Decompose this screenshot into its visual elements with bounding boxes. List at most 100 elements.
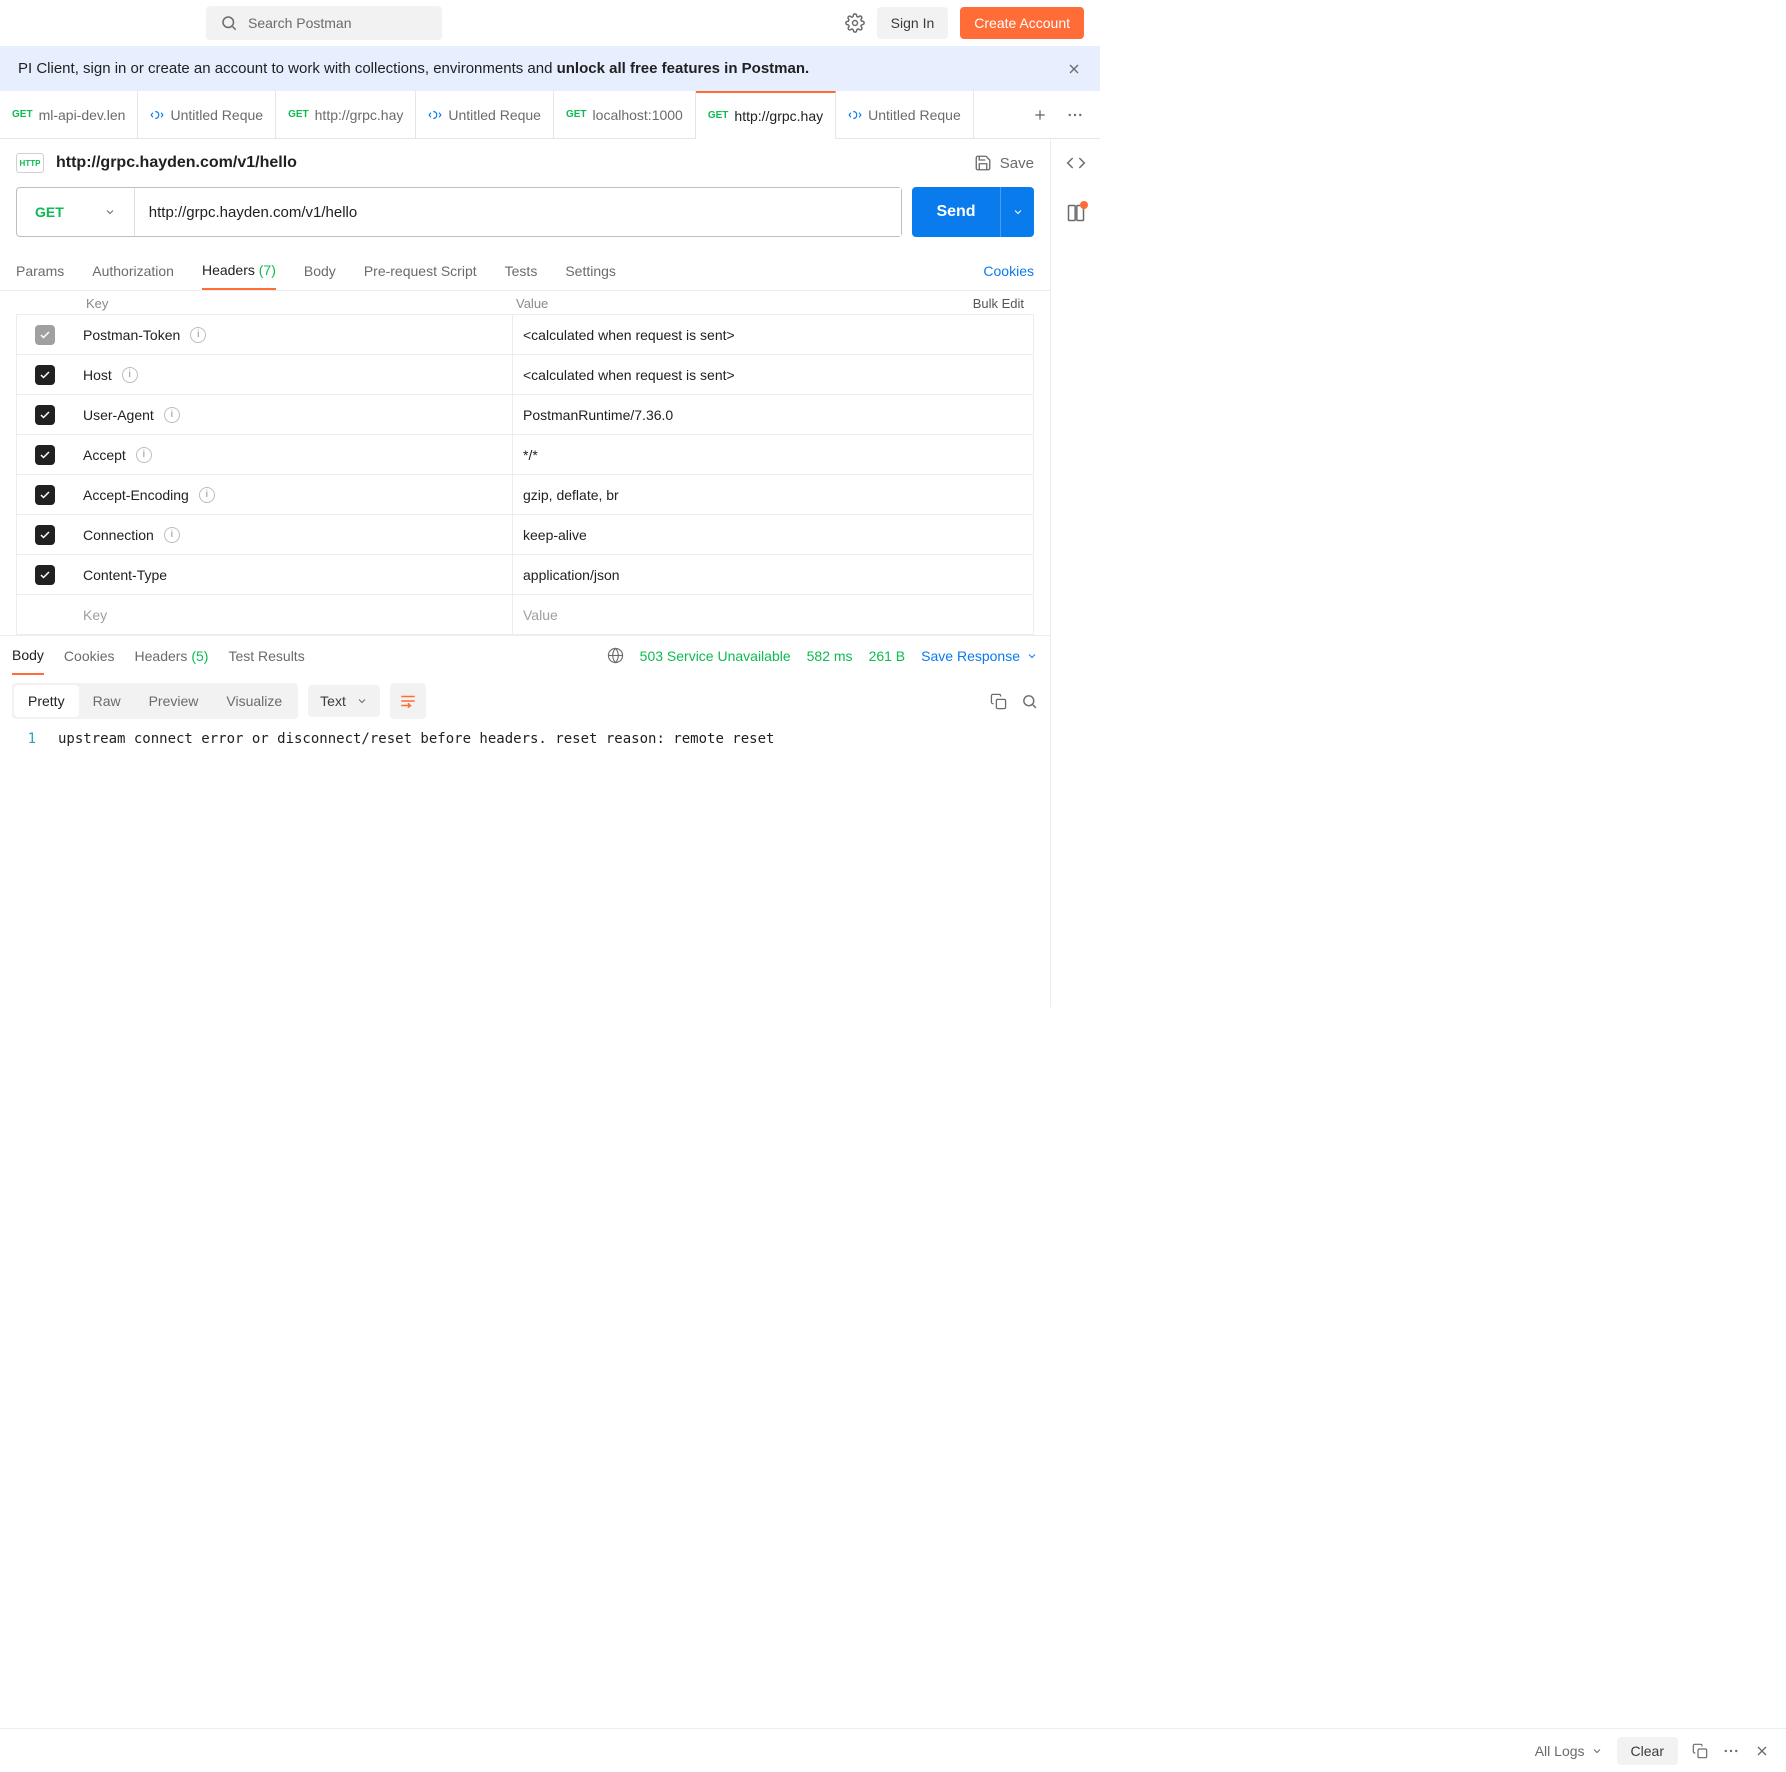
checkbox[interactable] bbox=[35, 565, 55, 585]
tab-settings[interactable]: Settings bbox=[565, 253, 616, 289]
header-key[interactable]: Content-Type bbox=[73, 555, 513, 594]
view-visualize[interactable]: Visualize bbox=[212, 685, 296, 717]
bulk-edit-button[interactable]: Bulk Edit bbox=[973, 296, 1024, 311]
tab-params[interactable]: Params bbox=[16, 253, 64, 289]
header-key[interactable]: User-Agenti bbox=[73, 395, 513, 434]
checkbox[interactable] bbox=[35, 525, 55, 545]
table-row[interactable]: Postman-Tokeni<calculated when request i… bbox=[16, 314, 1034, 355]
request-tab[interactable]: Untitled Reque bbox=[836, 91, 974, 139]
new-key-input[interactable]: Key bbox=[73, 595, 513, 634]
send-button[interactable]: Send bbox=[912, 187, 1034, 237]
table-row[interactable]: User-AgentiPostmanRuntime/7.36.0 bbox=[16, 394, 1034, 435]
header-key[interactable]: Accepti bbox=[73, 435, 513, 474]
table-row[interactable]: Accepti*/* bbox=[16, 434, 1034, 475]
rtab-test-results[interactable]: Test Results bbox=[228, 638, 304, 674]
all-logs-dropdown[interactable]: All Logs bbox=[1535, 1743, 1603, 1759]
info-icon[interactable]: i bbox=[199, 487, 215, 503]
cookies-link[interactable]: Cookies bbox=[983, 263, 1034, 279]
code-line: 1 upstream connect error or disconnect/r… bbox=[12, 731, 1038, 747]
method-select[interactable]: GET bbox=[17, 188, 135, 236]
request-tab[interactable]: Untitled Reque bbox=[416, 91, 554, 139]
request-header: HTTP http://grpc.hayden.com/v1/hello Sav… bbox=[0, 139, 1050, 187]
checkbox[interactable] bbox=[35, 445, 55, 465]
close-icon[interactable] bbox=[1066, 61, 1082, 77]
request-tab[interactable]: GEThttp://grpc.hay bbox=[696, 91, 836, 139]
checkbox[interactable] bbox=[35, 485, 55, 505]
search-input-wrap[interactable]: Search Postman bbox=[206, 6, 442, 40]
view-raw[interactable]: Raw bbox=[79, 685, 135, 717]
rtab-cookies[interactable]: Cookies bbox=[64, 638, 115, 674]
rtab-body[interactable]: Body bbox=[12, 637, 44, 675]
search-response-icon[interactable] bbox=[1021, 693, 1038, 710]
header-value[interactable]: application/json bbox=[513, 567, 1033, 583]
header-value[interactable]: */* bbox=[513, 447, 1033, 463]
tab-headers[interactable]: Headers (7) bbox=[202, 252, 276, 290]
globe-icon[interactable] bbox=[607, 647, 624, 664]
tab-tests[interactable]: Tests bbox=[505, 253, 538, 289]
table-row[interactable]: Connectionikeep-alive bbox=[16, 514, 1034, 555]
request-tab[interactable]: GEThttp://grpc.hay bbox=[276, 91, 416, 139]
wrap-lines-icon[interactable] bbox=[390, 683, 426, 719]
create-account-button[interactable]: Create Account bbox=[960, 7, 1084, 39]
copy-footer-icon[interactable] bbox=[1692, 1743, 1708, 1759]
signin-button[interactable]: Sign In bbox=[877, 7, 949, 39]
close-footer-icon[interactable] bbox=[1754, 1743, 1770, 1759]
code-icon[interactable] bbox=[1066, 153, 1086, 173]
header-key[interactable]: Accept-Encodingi bbox=[73, 475, 513, 514]
copy-icon[interactable] bbox=[990, 693, 1007, 710]
header-value[interactable]: gzip, deflate, br bbox=[513, 487, 1033, 503]
table-row[interactable]: Hosti<calculated when request is sent> bbox=[16, 354, 1034, 395]
gear-icon[interactable] bbox=[845, 13, 865, 33]
header-value[interactable]: keep-alive bbox=[513, 527, 1033, 543]
new-tab-icon[interactable] bbox=[1032, 107, 1048, 123]
checkbox[interactable] bbox=[35, 325, 55, 345]
table-head: Key Value Bulk Edit bbox=[16, 291, 1034, 315]
request-tab[interactable]: Untitled Reque bbox=[138, 91, 276, 139]
response-body[interactable]: 1 upstream connect error or disconnect/r… bbox=[0, 727, 1050, 1007]
tab-body[interactable]: Body bbox=[304, 253, 336, 289]
header-value[interactable]: <calculated when request is sent> bbox=[513, 327, 1033, 343]
save-button[interactable]: Save bbox=[974, 154, 1034, 172]
header-key[interactable]: Postman-Tokeni bbox=[73, 315, 513, 354]
tab-prerequest[interactable]: Pre-request Script bbox=[364, 253, 477, 289]
more-footer-icon[interactable] bbox=[1722, 1742, 1740, 1760]
send-label: Send bbox=[912, 203, 1000, 221]
checkbox[interactable] bbox=[35, 405, 55, 425]
info-icon[interactable]: i bbox=[164, 527, 180, 543]
grpc-icon bbox=[150, 108, 164, 122]
tab-label: Untitled Reque bbox=[868, 107, 961, 123]
header-key[interactable]: Connectioni bbox=[73, 515, 513, 554]
header-value[interactable]: PostmanRuntime/7.36.0 bbox=[513, 407, 1033, 423]
header-value[interactable]: <calculated when request is sent> bbox=[513, 367, 1033, 383]
main-column: HTTP http://grpc.hayden.com/v1/hello Sav… bbox=[0, 139, 1050, 1007]
save-response-label: Save Response bbox=[921, 648, 1020, 664]
view-pretty[interactable]: Pretty bbox=[14, 685, 79, 717]
info-icon[interactable]: i bbox=[190, 327, 206, 343]
save-response-button[interactable]: Save Response bbox=[921, 648, 1038, 664]
view-preview[interactable]: Preview bbox=[135, 685, 213, 717]
new-value-input[interactable]: Value bbox=[513, 607, 1033, 623]
top-actions: Sign In Create Account bbox=[845, 7, 1084, 39]
header-key[interactable]: Hosti bbox=[73, 355, 513, 394]
format-select[interactable]: Text bbox=[308, 685, 380, 717]
checkbox[interactable] bbox=[35, 365, 55, 385]
info-icon[interactable]: i bbox=[122, 367, 138, 383]
right-rail bbox=[1050, 139, 1100, 1007]
table-row-new[interactable]: Key Value bbox=[16, 594, 1034, 635]
table-row[interactable]: Accept-Encodingigzip, deflate, br bbox=[16, 474, 1034, 515]
tab-authorization[interactable]: Authorization bbox=[92, 253, 174, 289]
clear-button[interactable]: Clear bbox=[1617, 1737, 1678, 1765]
table-row[interactable]: Content-Typeapplication/json bbox=[16, 554, 1034, 595]
tab-label: Untitled Reque bbox=[448, 107, 541, 123]
rtab-headers[interactable]: Headers (5) bbox=[135, 638, 209, 674]
info-icon[interactable]: i bbox=[136, 447, 152, 463]
url-input[interactable] bbox=[135, 188, 901, 236]
more-tabs-icon[interactable] bbox=[1066, 106, 1084, 124]
panel-icon[interactable] bbox=[1066, 203, 1086, 223]
request-tab[interactable]: GETml-api-dev.len bbox=[0, 91, 138, 139]
request-tabs: GETml-api-dev.lenUntitled RequeGEThttp:/… bbox=[0, 91, 1100, 139]
send-dropdown-icon[interactable] bbox=[1000, 187, 1034, 237]
info-banner: PI Client, sign in or create an account … bbox=[0, 46, 1100, 91]
request-tab[interactable]: GETlocalhost:1000 bbox=[554, 91, 696, 139]
info-icon[interactable]: i bbox=[164, 407, 180, 423]
